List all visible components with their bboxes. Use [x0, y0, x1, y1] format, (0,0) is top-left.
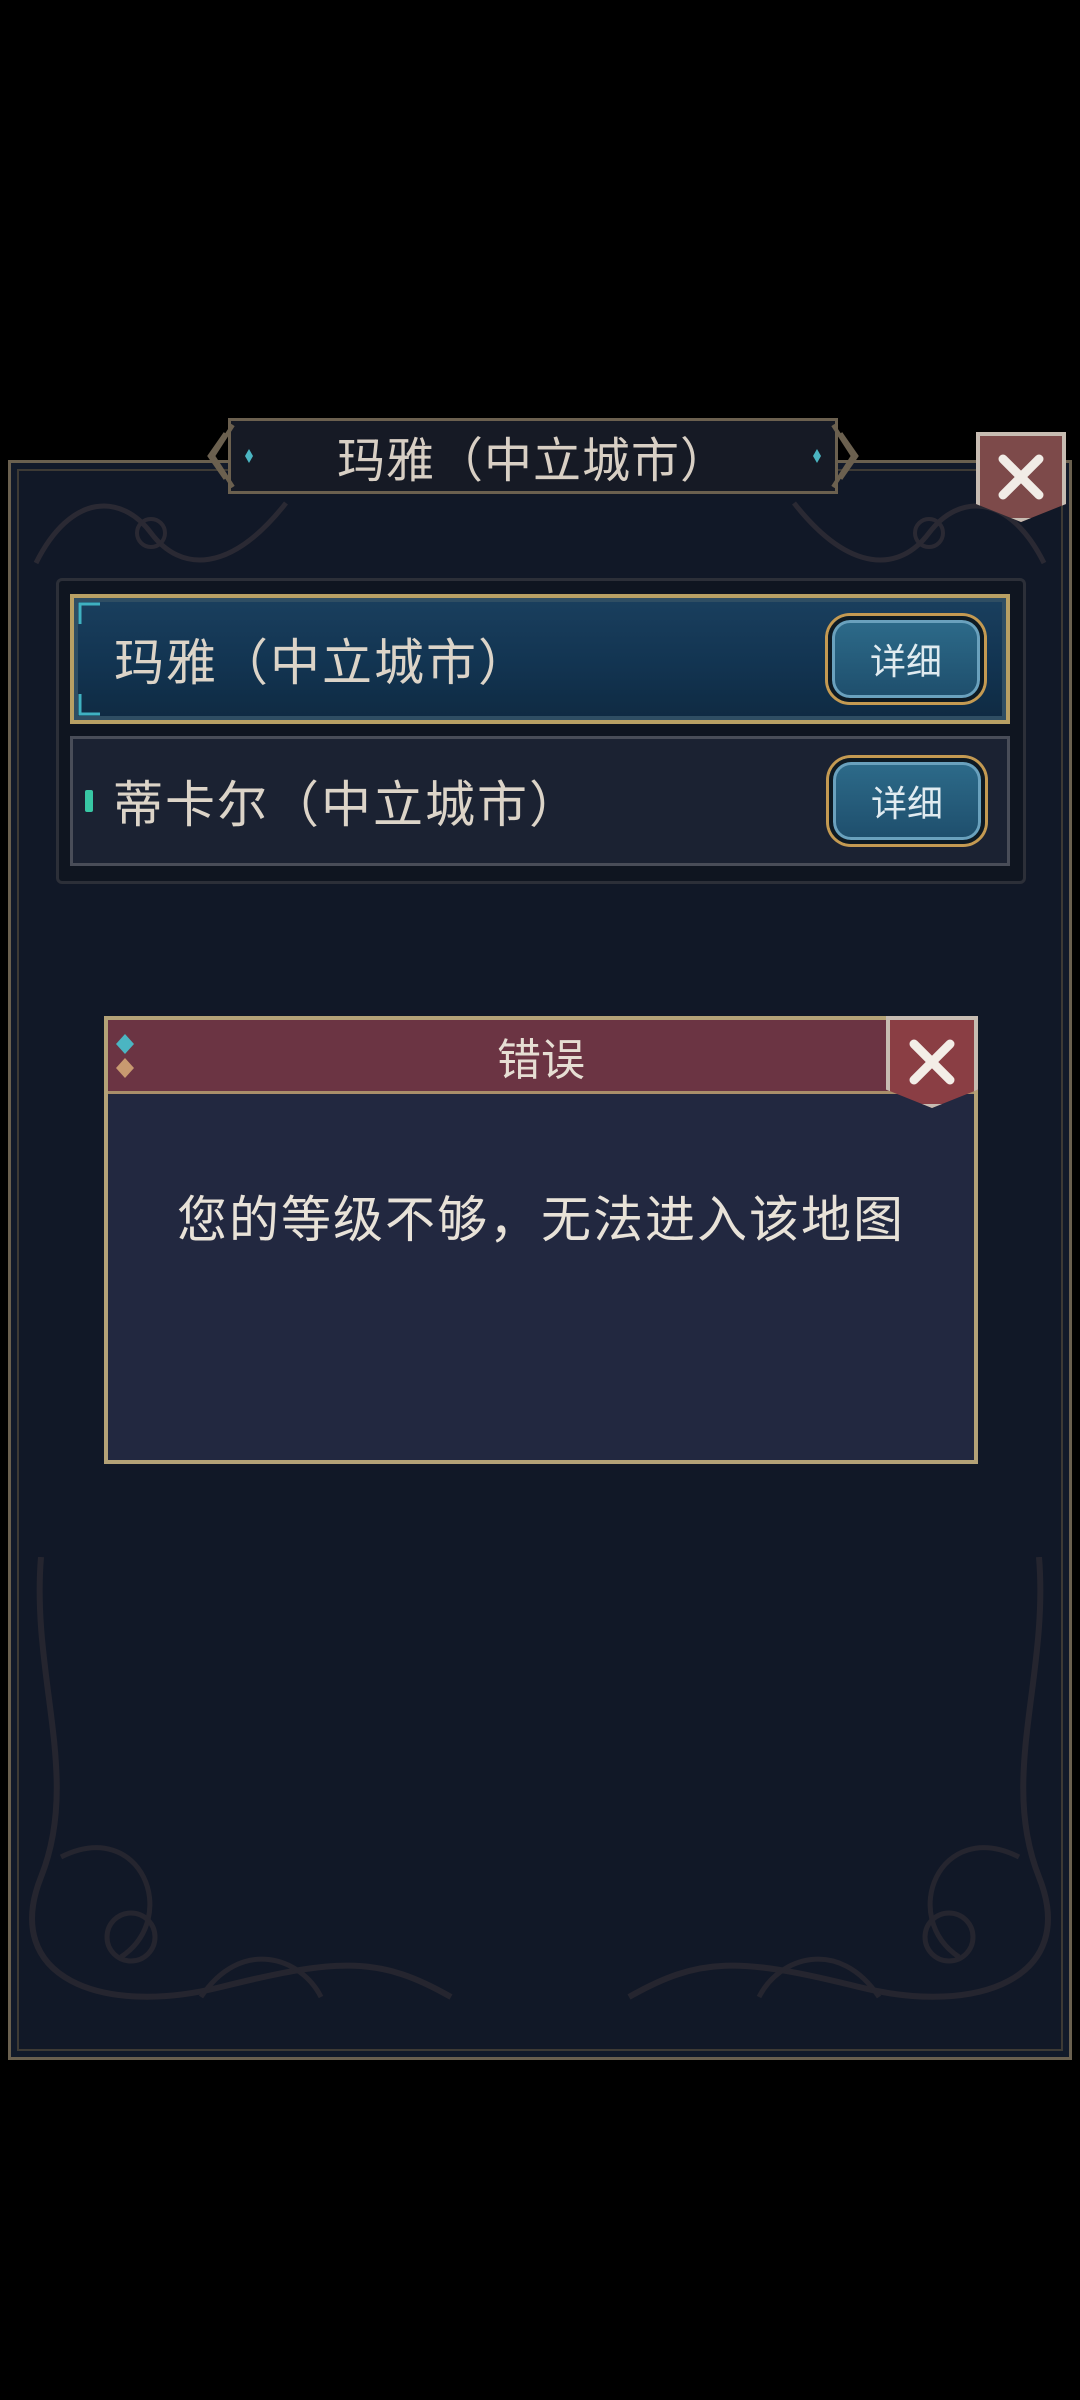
list-item-tikal[interactable]: 蒂卡尔（中立城市） 详细 [70, 736, 1010, 866]
error-dialog-header: 错误 [108, 1020, 974, 1094]
error-message: 您的等级不够，无法进入该地图 [177, 1191, 905, 1249]
title-gem-right-icon [813, 449, 821, 463]
map-name-label: 蒂卡尔（中立城市） [113, 776, 581, 834]
error-dialog: 错误 您的等级不够，无法进入该地图 [104, 1016, 978, 1464]
panel-title: 玛雅（中立城市） [336, 433, 729, 489]
corner-ornament-icon [78, 694, 100, 716]
list-item-maya[interactable]: 玛雅（中立城市） 详细 [70, 594, 1010, 724]
panel-ornament-bottom-left-icon [29, 1557, 453, 2000]
dialog-close-button[interactable] [886, 1016, 978, 1108]
title-gem-left-icon [245, 449, 253, 463]
panel-title-bar: 玛雅（中立城市） [207, 418, 859, 494]
close-icon [998, 454, 1044, 500]
panel-ornament-top-left-icon [33, 501, 288, 565]
header-gems-icon [116, 1034, 134, 1078]
close-icon [909, 1039, 955, 1085]
game-screen: 玛雅（中立城市） 玛雅（中立城市） 详细 蒂卡尔（中立城市） 详细 错误 您的等… [0, 0, 1080, 2400]
error-dialog-title: 错误 [497, 1034, 585, 1086]
corner-ornament-icon [78, 602, 100, 624]
title-cap-left-icon [207, 423, 235, 489]
map-name-label: 玛雅（中立城市） [114, 634, 530, 692]
title-cap-right-icon [831, 423, 859, 489]
panel-close-button[interactable] [976, 432, 1066, 522]
detail-button[interactable]: 详细 [829, 758, 985, 844]
detail-button[interactable]: 详细 [828, 616, 984, 702]
panel-ornament-bottom-right-icon [627, 1557, 1051, 2000]
status-marker-icon [85, 790, 93, 812]
